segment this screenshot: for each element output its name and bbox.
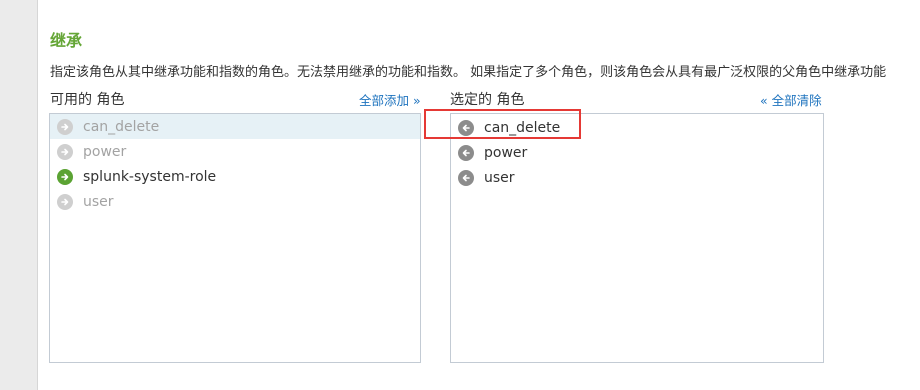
role-name: user xyxy=(83,193,114,210)
available-role-item[interactable]: splunk-system-role xyxy=(50,164,420,189)
clear-all-link[interactable]: « 全部清除 xyxy=(760,90,822,109)
add-arrow-icon xyxy=(57,193,73,210)
section-title: 继承 xyxy=(50,31,83,50)
role-name: splunk-system-role xyxy=(83,168,217,185)
remove-arrow-icon xyxy=(458,169,474,186)
available-role-item[interactable]: power xyxy=(50,139,420,164)
role-name: power xyxy=(484,144,528,161)
selected-role-item[interactable]: user xyxy=(451,165,823,190)
section-description: 指定该角色从其中继承功能和指数的角色。无法禁用继承的功能和指数。 如果指定了多个… xyxy=(50,65,887,80)
selected-roles-list: can_delete power user xyxy=(450,113,824,363)
selected-role-item[interactable]: power xyxy=(451,140,823,165)
available-role-item[interactable]: user xyxy=(50,189,420,214)
available-roles-label: 可用的 角色 xyxy=(50,92,125,108)
add-all-link[interactable]: 全部添加 » xyxy=(359,90,421,109)
add-arrow-icon xyxy=(57,168,73,185)
left-gutter xyxy=(0,0,38,390)
selected-roles-label: 选定的 角色 xyxy=(450,92,525,108)
add-arrow-icon xyxy=(57,118,73,135)
available-roles-list: can_delete power splunk-system-role user xyxy=(49,113,421,363)
role-name: power xyxy=(83,143,127,160)
role-name: can_delete xyxy=(83,118,160,135)
add-arrow-icon xyxy=(57,143,73,160)
remove-arrow-icon xyxy=(458,144,474,161)
available-role-item[interactable]: can_delete xyxy=(50,114,420,139)
role-name: user xyxy=(484,169,515,186)
highlight-annotation xyxy=(424,109,581,139)
